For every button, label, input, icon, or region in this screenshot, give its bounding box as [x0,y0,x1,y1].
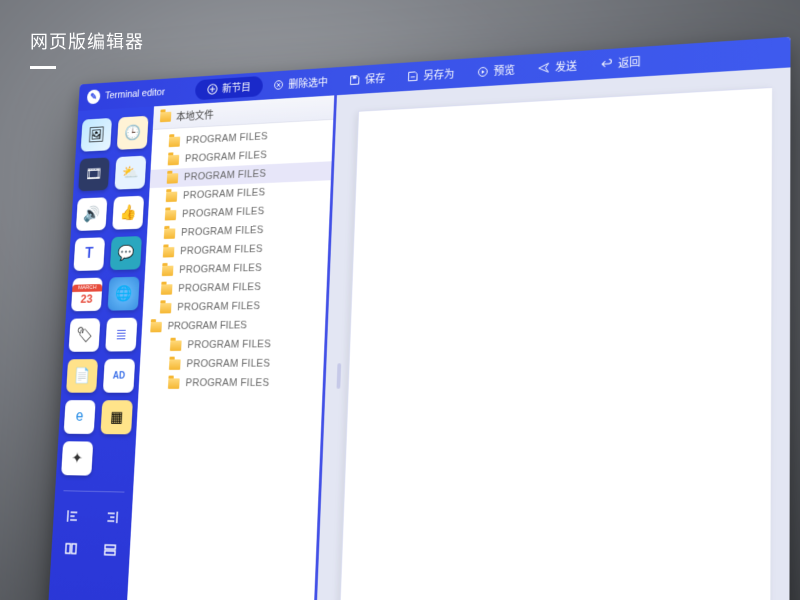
save-as-icon [407,70,419,82]
thumb-tile[interactable]: 👍 [112,196,144,230]
tree-item-label: PROGRAM FILES [186,358,270,370]
send-button[interactable]: 发送 [526,50,589,83]
editor-canvas[interactable] [338,87,772,600]
back-button[interactable]: 返回 [589,46,653,80]
tree-item-label: PROGRAM FILES [181,224,264,238]
new-node-button[interactable]: 新节目 [195,76,263,100]
editor-window: ✎ Terminal editor 新节目 删除选中 保存 另存为 [47,37,791,600]
tree-item-label: PROGRAM FILES [182,206,265,220]
folder-icon [168,154,180,165]
calendar-tile[interactable]: MARCH23 [71,278,103,312]
apps-tile[interactable]: ▦ [100,400,132,434]
ad-tile[interactable]: AD [103,359,135,393]
tree-item-label: PROGRAM FILES [183,187,266,202]
sparkle-tile[interactable]: ✦ [61,441,93,475]
rail-divider [63,490,124,492]
text-tile[interactable]: T [73,237,105,271]
folder-icon [170,340,182,351]
folder-icon [162,265,174,276]
folder-icon [168,378,180,388]
tree-item-label: PROGRAM FILES [179,262,262,275]
calendar-day-label: 23 [80,291,93,305]
tree-item-label: PROGRAM FILES [180,243,263,257]
list-tile[interactable]: ≣ [105,318,137,352]
return-icon [601,58,613,71]
send-icon [538,62,550,74]
folder-icon [160,112,171,123]
folder-icon [169,136,181,147]
file-tree-panel: 本地文件 PROGRAM FILESPROGRAM FILESPROGRAM F… [125,95,337,600]
tree-folder-item[interactable]: PROGRAM FILES [138,373,323,393]
image-tile[interactable]: 🖼 [81,118,112,152]
tree-item-label: PROGRAM FILES [184,168,267,183]
layout-tool-b[interactable] [97,538,122,562]
tree-item-label: PROGRAM FILES [187,339,271,351]
tree-folder-item[interactable]: PROGRAM FILES [141,334,325,355]
folder-icon [167,173,179,184]
save-icon [349,74,360,86]
preview-button[interactable]: 预览 [465,55,527,88]
video-tile[interactable]: 🎞 [78,157,109,191]
tree-folder-item[interactable]: PROGRAM FILES [139,354,324,374]
panel-resize-handle[interactable] [337,363,342,389]
folder-icon [166,191,178,202]
weather-tile[interactable]: ⛅ [114,156,146,190]
close-circle-icon [273,79,284,91]
canvas-area [315,67,790,600]
folder-icon [164,228,176,239]
tree-folder-item[interactable]: PROGRAM FILES [142,315,326,337]
chat-tile[interactable]: 💬 [110,236,142,270]
browser-tile[interactable]: e [64,400,96,434]
note-tile[interactable]: 📄 [66,359,98,393]
tree-item-label: PROGRAM FILES [178,281,261,294]
audio-tile[interactable]: 🔊 [76,197,108,231]
save-as-button[interactable]: 另存为 [396,59,466,92]
app-title: Terminal editor [105,87,165,102]
folder-icon [150,321,162,331]
globe-tile[interactable]: 🌐 [108,277,140,311]
tree-item-label: PROGRAM FILES [185,149,268,164]
tree-item-label: PROGRAM FILES [185,377,269,389]
folder-icon [161,284,173,295]
clock-tile[interactable]: 🕒 [117,116,149,150]
layout-tool-a[interactable] [59,537,84,561]
plus-circle-icon [207,83,218,95]
save-button[interactable]: 保存 [338,63,397,95]
page-heading: 网页版编辑器 [30,28,144,69]
tree-item-label: PROGRAM FILES [186,131,268,146]
align-left-tool[interactable] [60,504,85,527]
folder-icon [163,247,175,258]
tree-item-label: PROGRAM FILES [167,320,247,332]
tag-tile[interactable]: 🏷 [69,318,101,352]
folder-icon [160,303,172,314]
folder-icon [165,210,177,221]
tree-item-label: PROGRAM FILES [177,300,260,313]
folder-icon [169,359,181,369]
app-logo-icon: ✎ [87,89,101,104]
play-circle-icon [477,66,489,78]
align-right-tool[interactable] [99,505,124,529]
